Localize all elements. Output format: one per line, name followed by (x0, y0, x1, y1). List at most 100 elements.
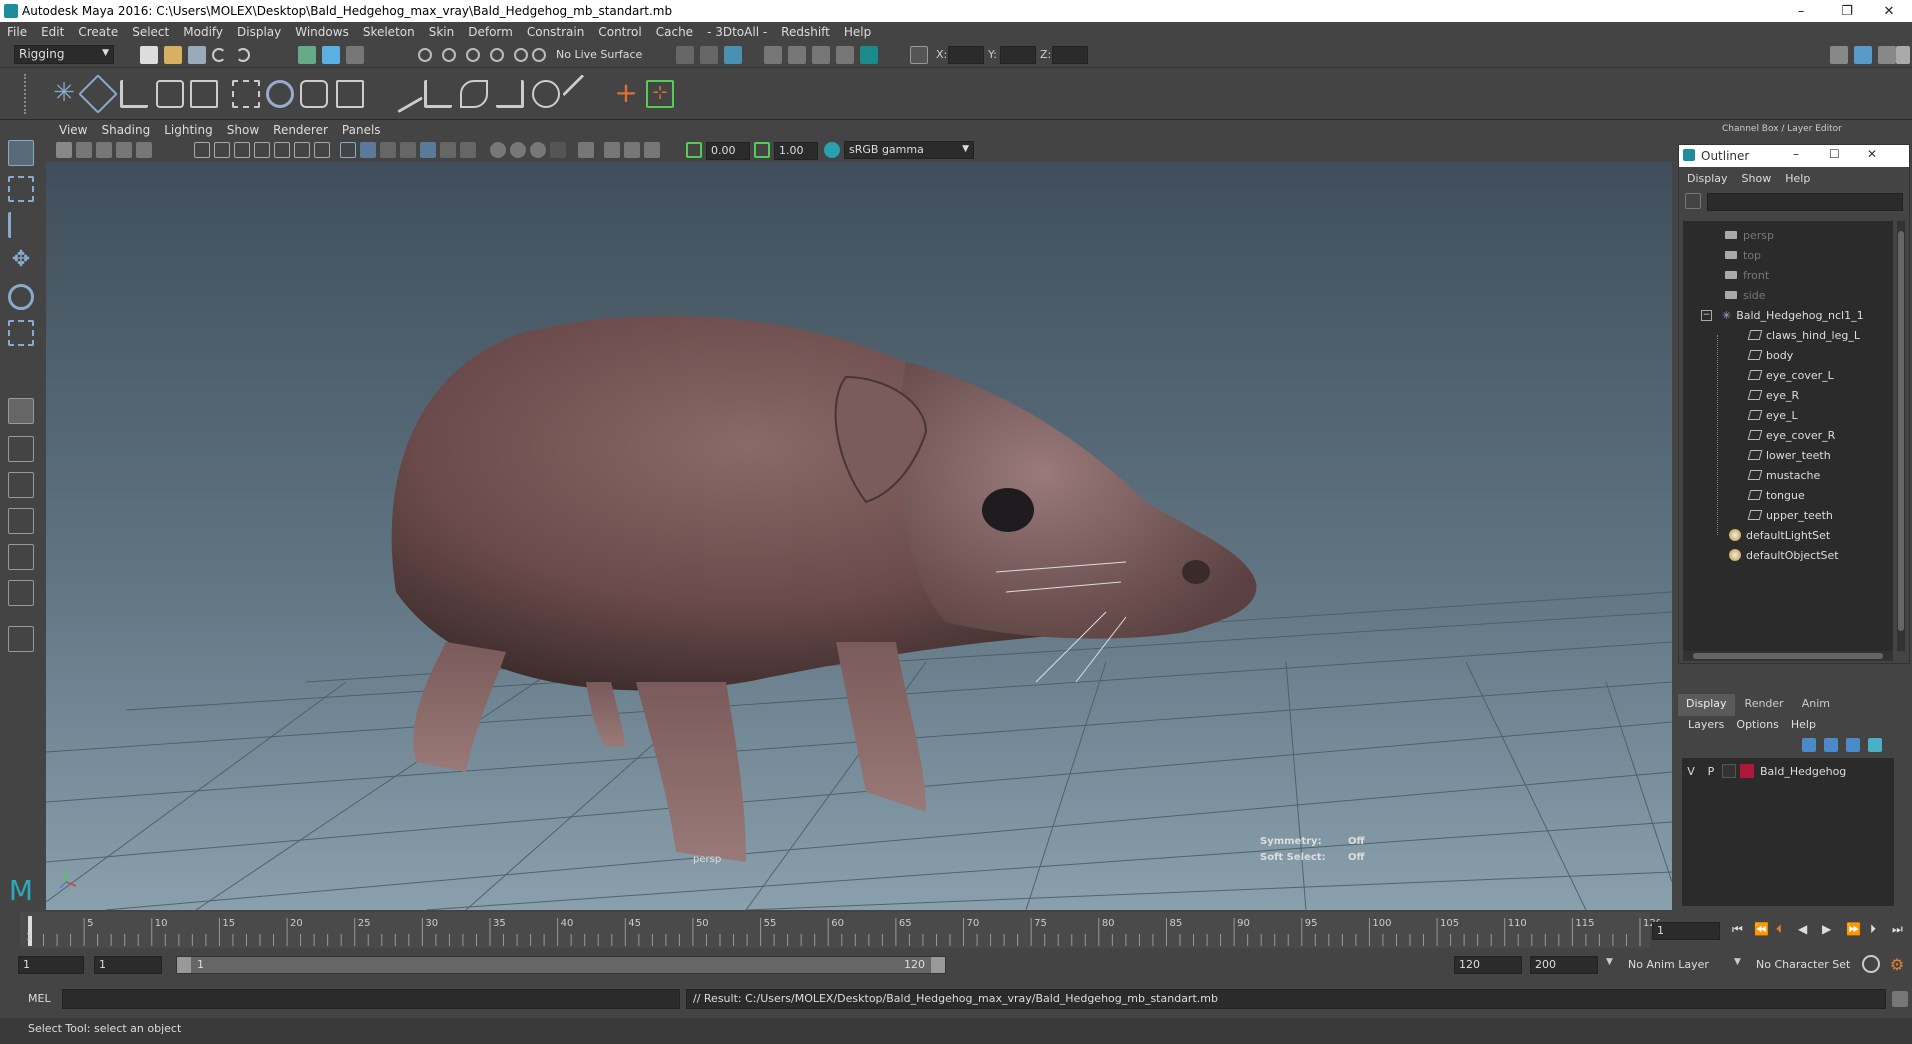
textured-icon[interactable] (420, 142, 436, 158)
joint-tool-icon[interactable]: ✳ (50, 80, 78, 108)
step-back-key-icon[interactable]: ⏪ (1754, 922, 1769, 936)
outliner-item-tongue[interactable]: tongue (1683, 485, 1893, 505)
anim-layer-dropdown[interactable]: No Anim Layer (1628, 958, 1709, 971)
outliner-item-body[interactable]: body (1683, 345, 1893, 365)
ik-spline-icon[interactable] (120, 80, 148, 108)
3d-viewport[interactable]: persp Symmetry: Off Soft Select: Off (46, 162, 1672, 910)
outliner-filter-icon[interactable] (1685, 193, 1701, 209)
range-slider[interactable]: 1 120 (176, 956, 946, 974)
tab-render[interactable]: Render (1737, 694, 1792, 716)
move-tool-icon[interactable]: ✥ (8, 248, 34, 274)
locator-icon[interactable]: + (612, 79, 640, 108)
range-handle-end[interactable] (931, 957, 945, 973)
chevron-down-icon[interactable]: ▼ (1734, 957, 1741, 967)
pole-vector-icon[interactable]: ⊹ (646, 80, 674, 108)
exposure-field[interactable]: 0.00 (706, 142, 750, 160)
outliner-vscrollbar[interactable] (1897, 221, 1905, 651)
outliner-hscrollbar[interactable] (1683, 651, 1893, 661)
layer-display-type[interactable] (1722, 764, 1736, 778)
close-button[interactable]: ✕ (1866, 0, 1912, 22)
motion-blur-icon[interactable] (510, 142, 526, 158)
image-plane-icon[interactable] (116, 142, 132, 158)
ik-handle-icon[interactable] (78, 74, 118, 114)
y-field[interactable] (1000, 46, 1036, 64)
xray-joints-icon[interactable] (624, 142, 640, 158)
undo-icon[interactable] (212, 48, 226, 62)
outliner-search-field[interactable] (1707, 193, 1903, 211)
end-time-field[interactable]: 120 (1454, 956, 1522, 974)
tool-settings-icon[interactable] (1878, 46, 1896, 64)
parent-constraint-icon[interactable] (562, 74, 602, 114)
open-scene-icon[interactable] (164, 46, 182, 64)
aim-constraint-icon[interactable] (460, 80, 488, 108)
camera-select-icon[interactable] (56, 142, 72, 158)
shadows-icon[interactable] (460, 142, 476, 158)
screen-space-ao-icon[interactable] (490, 142, 506, 158)
safe-action-icon[interactable] (294, 142, 310, 158)
go-to-end-icon[interactable]: ⏭ (1892, 922, 1903, 937)
outliner-item-default-object-set[interactable]: defaultObjectSet (1683, 545, 1893, 565)
ipr-render-icon[interactable] (812, 46, 830, 64)
hypershade-icon[interactable] (860, 46, 878, 64)
outliner-item-eye-cover-l[interactable]: eye_cover_L (1683, 365, 1893, 385)
menu-windows[interactable]: Windows (288, 25, 356, 39)
auto-key-icon[interactable] (1862, 955, 1880, 973)
outliner-item-claws[interactable]: claws_hind_leg_L (1683, 325, 1893, 345)
outliner-item-side[interactable]: side (1683, 285, 1893, 305)
attribute-editor-icon[interactable] (1854, 46, 1872, 64)
current-frame-field[interactable]: 1 (1652, 922, 1720, 940)
channel-box-icon[interactable] (1896, 46, 1910, 64)
select-hierarchy-icon[interactable] (298, 46, 316, 64)
input-ops-icon[interactable] (676, 46, 694, 64)
range-handle-start[interactable] (177, 957, 191, 973)
outliner-item-lower-teeth[interactable]: lower_teeth (1683, 445, 1893, 465)
scale-tool-icon[interactable] (8, 320, 34, 346)
new-layer-icon[interactable] (1846, 738, 1860, 752)
outliner-item-upper-teeth[interactable]: upper_teeth (1683, 505, 1893, 525)
maximize-button[interactable]: ❐ (1824, 0, 1870, 22)
outliner-item-eye-l[interactable]: eye_L (1683, 405, 1893, 425)
menu-control[interactable]: Control (591, 25, 648, 39)
live-surface-label[interactable]: No Live Surface (556, 48, 642, 61)
use-all-lights-icon[interactable] (440, 142, 456, 158)
cluster-icon[interactable] (384, 74, 424, 114)
quick-layout-outliner-icon[interactable] (8, 544, 34, 570)
transform-mode-icon[interactable] (910, 46, 928, 64)
snap-view-icon[interactable] (490, 48, 504, 62)
step-forward-key-icon[interactable]: ⏩ (1846, 922, 1861, 936)
menu-edit[interactable]: Edit (34, 25, 71, 39)
snap-point-icon[interactable] (466, 48, 480, 62)
resolution-gate-icon[interactable] (234, 142, 250, 158)
flat-shade-icon[interactable] (380, 142, 396, 158)
film-gate-icon[interactable] (214, 142, 230, 158)
gamma-field[interactable]: 1.00 (774, 142, 818, 160)
bookmark-icon[interactable] (96, 142, 112, 158)
scrollbar-thumb[interactable] (1898, 231, 1904, 631)
lattice-icon[interactable] (336, 80, 364, 108)
quick-layout-persp-graph-icon[interactable] (8, 508, 34, 534)
script-language-toggle[interactable]: MEL (28, 992, 51, 1005)
outliner-maximize-button[interactable]: ☐ (1829, 147, 1840, 161)
outliner-item-default-light-set[interactable]: defaultLightSet (1683, 525, 1893, 545)
z-field[interactable] (1052, 46, 1088, 64)
quick-layout-four-icon[interactable] (8, 436, 34, 462)
scrollbar-thumb[interactable] (1693, 653, 1883, 659)
tab-display[interactable]: Display (1678, 694, 1735, 716)
render-settings-icon[interactable] (836, 46, 854, 64)
two-d-pan-icon[interactable] (136, 142, 152, 158)
menu-help[interactable]: Help (837, 25, 878, 39)
layer-row[interactable]: V P Bald_Hedgehog (1682, 762, 1894, 780)
wireframe-icon[interactable] (340, 142, 356, 158)
quick-layout-graph-icon[interactable] (8, 580, 34, 606)
menu-file[interactable]: File (0, 25, 34, 39)
outliner-minimize-button[interactable]: – (1793, 147, 1799, 161)
anim-start-field[interactable]: 1 (94, 956, 162, 974)
layer-menu-layers[interactable]: Layers (1688, 718, 1724, 731)
play-forward-icon[interactable]: ▶ (1822, 922, 1831, 936)
output-ops-icon[interactable] (700, 46, 718, 64)
camera-attributes-icon[interactable] (76, 142, 92, 158)
safe-title-icon[interactable] (314, 142, 330, 158)
menu-display[interactable]: Display (230, 25, 288, 39)
character-set-dropdown[interactable]: No Character Set (1756, 958, 1850, 971)
preferences-icon[interactable]: ⚙ (1888, 955, 1906, 974)
